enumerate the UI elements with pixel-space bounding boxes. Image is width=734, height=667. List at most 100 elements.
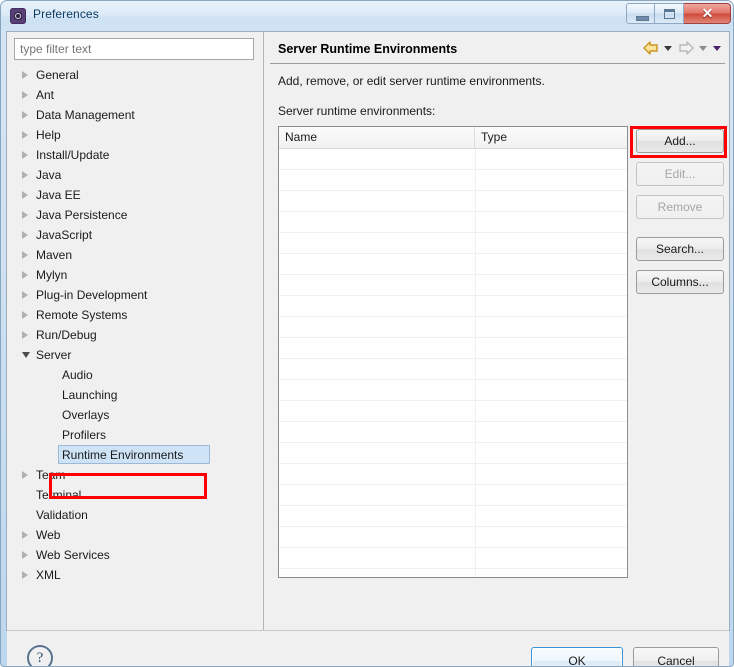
sidebar-item-web-services[interactable]: Web Services (14, 545, 255, 565)
table-row[interactable] (279, 275, 627, 296)
table-row[interactable] (279, 506, 627, 527)
dialog-footer: ? OK Cancel (7, 630, 729, 666)
maximize-button[interactable] (655, 3, 684, 24)
sidebar-item-xml[interactable]: XML (14, 565, 255, 585)
tree-collapsed-arrow-icon[interactable] (22, 311, 28, 319)
table-row[interactable] (279, 548, 627, 569)
filter-input[interactable] (14, 38, 254, 60)
table-row[interactable] (279, 569, 627, 577)
table-row[interactable] (279, 527, 627, 548)
sidebar-item-plug-in-development[interactable]: Plug-in Development (14, 285, 255, 305)
table-row[interactable] (279, 380, 627, 401)
sidebar-item-label: Java Persistence (36, 208, 128, 222)
sidebar-item-label: Data Management (36, 108, 135, 122)
tree-collapsed-arrow-icon[interactable] (22, 271, 28, 279)
tree-collapsed-arrow-icon[interactable] (22, 471, 28, 479)
table-row[interactable] (279, 212, 627, 233)
sidebar-item-team[interactable]: Team (14, 465, 255, 485)
tree-collapsed-arrow-icon[interactable] (22, 151, 28, 159)
sidebar-item-launching[interactable]: Launching (14, 385, 255, 405)
tree-collapsed-arrow-icon[interactable] (22, 111, 28, 119)
sidebar-item-java-persistence[interactable]: Java Persistence (14, 205, 255, 225)
table-row[interactable] (279, 254, 627, 275)
tree-expanded-arrow-icon[interactable] (22, 352, 30, 358)
column-header-name[interactable]: Name (279, 127, 475, 148)
sidebar-item-data-management[interactable]: Data Management (14, 105, 255, 125)
sidebar-item-label: Server (36, 348, 72, 362)
sidebar-item-audio[interactable]: Audio (14, 365, 255, 385)
tree-collapsed-arrow-icon[interactable] (22, 291, 28, 299)
runtime-environments-table[interactable]: Name Type (278, 126, 628, 578)
cancel-button[interactable]: Cancel (633, 647, 719, 666)
tree-collapsed-arrow-icon[interactable] (22, 211, 28, 219)
tree-collapsed-arrow-icon[interactable] (22, 131, 28, 139)
tree-collapsed-arrow-icon[interactable] (22, 251, 28, 259)
sidebar-item-java-ee[interactable]: Java EE (14, 185, 255, 205)
back-dropdown-caret-icon[interactable] (663, 41, 674, 55)
sidebar-item-label: Java EE (36, 188, 81, 202)
sidebar-item-help[interactable]: Help (14, 125, 255, 145)
tree-collapsed-arrow-icon[interactable] (22, 71, 28, 79)
table-row[interactable] (279, 191, 627, 212)
table-row[interactable] (279, 233, 627, 254)
table-row[interactable] (279, 464, 627, 485)
close-button[interactable]: ✕ (684, 3, 731, 24)
sidebar-item-run-debug[interactable]: Run/Debug (14, 325, 255, 345)
sidebar-item-general[interactable]: General (14, 65, 255, 85)
tree-collapsed-arrow-icon[interactable] (22, 191, 28, 199)
sidebar-item-mylyn[interactable]: Mylyn (14, 265, 255, 285)
sidebar-item-label: Web (36, 528, 61, 542)
table-row[interactable] (279, 401, 627, 422)
sidebar-item-profilers[interactable]: Profilers (14, 425, 255, 445)
tree-collapsed-arrow-icon[interactable] (22, 231, 28, 239)
table-header-row: Name Type (279, 127, 627, 149)
sidebar-item-maven[interactable]: Maven (14, 245, 255, 265)
table-body[interactable] (279, 149, 627, 577)
tree-collapsed-arrow-icon[interactable] (22, 331, 28, 339)
sidebar-item-web[interactable]: Web (14, 525, 255, 545)
table-row[interactable] (279, 443, 627, 464)
sidebar-item-install-update[interactable]: Install/Update (14, 145, 255, 165)
search-button[interactable]: Search... (636, 237, 724, 261)
columns-button[interactable]: Columns... (636, 270, 724, 294)
pane-divider[interactable] (263, 32, 270, 630)
ok-button[interactable]: OK (531, 647, 623, 666)
sidebar-item-label: Maven (36, 248, 73, 262)
column-header-type[interactable]: Type (475, 127, 627, 148)
minimize-button[interactable] (626, 3, 655, 24)
page-description: Add, remove, or edit server runtime envi… (278, 74, 545, 88)
preferences-tree[interactable]: General Ant Data Management Help Install/Upd… (14, 65, 255, 620)
preferences-gear-icon (10, 8, 26, 24)
back-arrow-icon[interactable] (642, 40, 660, 56)
preferences-page: Server Runtime Environments Add, remove,… (270, 32, 729, 630)
sidebar-item-runtime-environments[interactable]: Runtime Environments (14, 445, 255, 465)
add-button[interactable]: Add... (636, 129, 724, 153)
help-button[interactable]: ? (27, 645, 53, 666)
sidebar-item-overlays[interactable]: Overlays (14, 405, 255, 425)
table-row[interactable] (279, 149, 627, 170)
sidebar-item-validation[interactable]: Validation (14, 505, 255, 525)
sidebar-item-java[interactable]: Java (14, 165, 255, 185)
tree-collapsed-arrow-icon[interactable] (22, 551, 28, 559)
sidebar-item-label: Remote Systems (36, 308, 128, 322)
tree-collapsed-arrow-icon[interactable] (22, 571, 28, 579)
table-row[interactable] (279, 338, 627, 359)
tree-collapsed-arrow-icon[interactable] (22, 531, 28, 539)
sidebar-item-terminal[interactable]: Terminal (14, 485, 255, 505)
table-row[interactable] (279, 422, 627, 443)
sidebar-item-label: Run/Debug (36, 328, 97, 342)
sidebar-item-ant[interactable]: Ant (14, 85, 255, 105)
tree-collapsed-arrow-icon[interactable] (22, 171, 28, 179)
table-row[interactable] (279, 317, 627, 338)
tree-collapsed-arrow-icon[interactable] (22, 91, 28, 99)
sidebar-item-remote-systems[interactable]: Remote Systems (14, 305, 255, 325)
sidebar-item-server[interactable]: Server (14, 345, 255, 365)
table-row[interactable] (279, 296, 627, 317)
sidebar-item-javascript[interactable]: JavaScript (14, 225, 255, 245)
forward-arrow-icon (677, 40, 695, 56)
table-row[interactable] (279, 359, 627, 380)
sidebar-item-label: Team (36, 468, 66, 482)
view-menu-caret-icon[interactable] (712, 41, 723, 55)
table-row[interactable] (279, 485, 627, 506)
table-row[interactable] (279, 170, 627, 191)
